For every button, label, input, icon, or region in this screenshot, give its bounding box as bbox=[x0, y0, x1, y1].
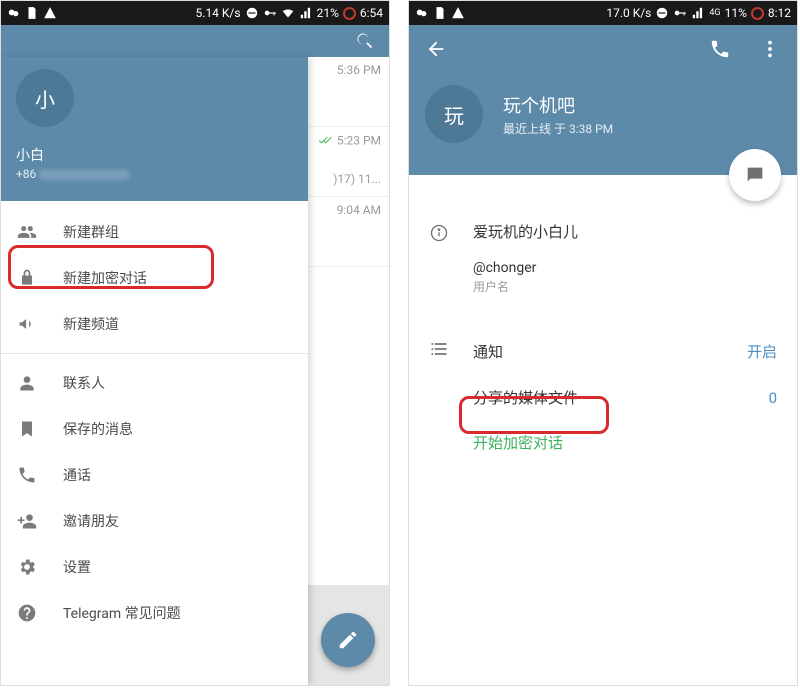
menu-calls[interactable]: 通话 bbox=[1, 452, 308, 498]
menu-faq[interactable]: Telegram 常见问题 bbox=[1, 590, 308, 636]
signal-icon bbox=[299, 6, 313, 20]
lock-icon bbox=[17, 268, 45, 288]
chat-row[interactable]: 5:36 PM bbox=[308, 57, 389, 127]
search-icon[interactable] bbox=[355, 31, 375, 55]
profile-username-label: 用户名 bbox=[473, 278, 777, 295]
read-checks-icon bbox=[318, 133, 332, 150]
help-icon bbox=[17, 603, 45, 623]
status-bar: 17.0 K/s 4G 11% 8:12 bbox=[409, 1, 797, 25]
status-speed: 17.0 K/s bbox=[606, 6, 651, 20]
drawer-user-phone: +86 bbox=[16, 167, 293, 181]
vpn-key-icon bbox=[263, 6, 277, 20]
list-icon bbox=[429, 339, 473, 363]
chat-row[interactable]: 9:04 AM bbox=[308, 197, 389, 267]
status-bar: 5.14 K/s 21% 6:54 bbox=[1, 1, 389, 25]
drawer-user-name: 小白 bbox=[16, 145, 293, 165]
pencil-icon bbox=[337, 629, 359, 651]
notifications-value: 开启 bbox=[747, 341, 777, 362]
status-battery: 11% bbox=[725, 6, 747, 20]
profile-header: 玩 玩个机吧 最近上线 于 3:38 PM bbox=[409, 25, 797, 175]
compose-fab[interactable] bbox=[321, 613, 375, 667]
wechat-icon bbox=[415, 6, 429, 20]
wifi-icon bbox=[281, 6, 295, 20]
shared-media-row[interactable]: 分享的媒体文件 0 bbox=[409, 375, 797, 420]
status-time: 6:54 bbox=[360, 6, 383, 20]
chats-header bbox=[1, 25, 389, 57]
network-type: 4G bbox=[709, 8, 720, 18]
sd-icon bbox=[25, 6, 39, 20]
menu-saved-messages[interactable]: 保存的消息 bbox=[1, 406, 308, 452]
status-speed: 5.14 K/s bbox=[196, 6, 241, 20]
person-add-icon bbox=[17, 511, 45, 531]
gear-icon bbox=[17, 557, 45, 577]
wechat-icon bbox=[7, 6, 21, 20]
sd-icon bbox=[433, 6, 447, 20]
menu-new-group[interactable]: 新建群组 bbox=[1, 209, 308, 255]
left-phone: 5.14 K/s 21% 6:54 5:36 PM 5:23 PM )1 bbox=[0, 0, 390, 686]
person-icon bbox=[17, 373, 45, 393]
shared-media-count: 0 bbox=[769, 389, 777, 407]
profile-display-name: 爱玩机的小白儿 bbox=[473, 221, 777, 242]
warning-icon bbox=[43, 6, 57, 20]
profile-username[interactable]: @chonger bbox=[473, 260, 777, 276]
start-secret-chat-row[interactable]: 开始加密对话 bbox=[409, 420, 797, 465]
info-icon bbox=[429, 221, 473, 247]
clock-icon bbox=[751, 7, 764, 20]
navigation-drawer: 小 小白 +86 新建群组 新建加密对话 新建频道 bbox=[1, 57, 308, 685]
warning-icon bbox=[451, 6, 465, 20]
chat-list-partial: 5:36 PM 5:23 PM )17) 11... 9:04 AM bbox=[307, 57, 389, 685]
phone-icon bbox=[17, 465, 45, 485]
dnd-icon bbox=[245, 6, 259, 20]
clock-icon bbox=[343, 7, 356, 20]
profile-info-section: 爱玩机的小白儿 @chonger 用户名 bbox=[409, 221, 797, 295]
chat-row[interactable]: 5:23 PM )17) 11... bbox=[308, 127, 389, 197]
profile-name: 玩个机吧 bbox=[503, 92, 613, 118]
notifications-row[interactable]: 通知 开启 bbox=[409, 327, 797, 375]
signal-icon bbox=[691, 6, 705, 20]
chat-icon bbox=[744, 164, 766, 186]
bookmark-icon bbox=[17, 419, 45, 439]
status-time: 8:12 bbox=[768, 6, 791, 20]
status-battery: 21% bbox=[317, 6, 339, 20]
back-button[interactable] bbox=[425, 38, 447, 64]
menu-separator bbox=[1, 353, 308, 354]
menu-contacts[interactable]: 联系人 bbox=[1, 360, 308, 406]
more-button[interactable] bbox=[759, 38, 781, 64]
avatar[interactable]: 玩 bbox=[425, 85, 483, 143]
message-fab[interactable] bbox=[729, 149, 781, 201]
drawer-header[interactable]: 小 小白 +86 bbox=[1, 57, 308, 201]
profile-last-seen: 最近上线 于 3:38 PM bbox=[503, 120, 613, 137]
menu-invite-friends[interactable]: 邀请朋友 bbox=[1, 498, 308, 544]
right-phone: 17.0 K/s 4G 11% 8:12 玩 玩个机吧 最近上线 于 3:38 … bbox=[408, 0, 798, 686]
menu-new-channel[interactable]: 新建频道 bbox=[1, 301, 308, 347]
call-button[interactable] bbox=[709, 38, 731, 64]
menu-new-secret-chat[interactable]: 新建加密对话 bbox=[1, 255, 308, 301]
dnd-icon bbox=[655, 6, 669, 20]
avatar: 小 bbox=[16, 69, 74, 127]
menu-settings[interactable]: 设置 bbox=[1, 544, 308, 590]
group-icon bbox=[17, 222, 45, 242]
megaphone-icon bbox=[17, 314, 45, 334]
vpn-key-icon bbox=[673, 6, 687, 20]
